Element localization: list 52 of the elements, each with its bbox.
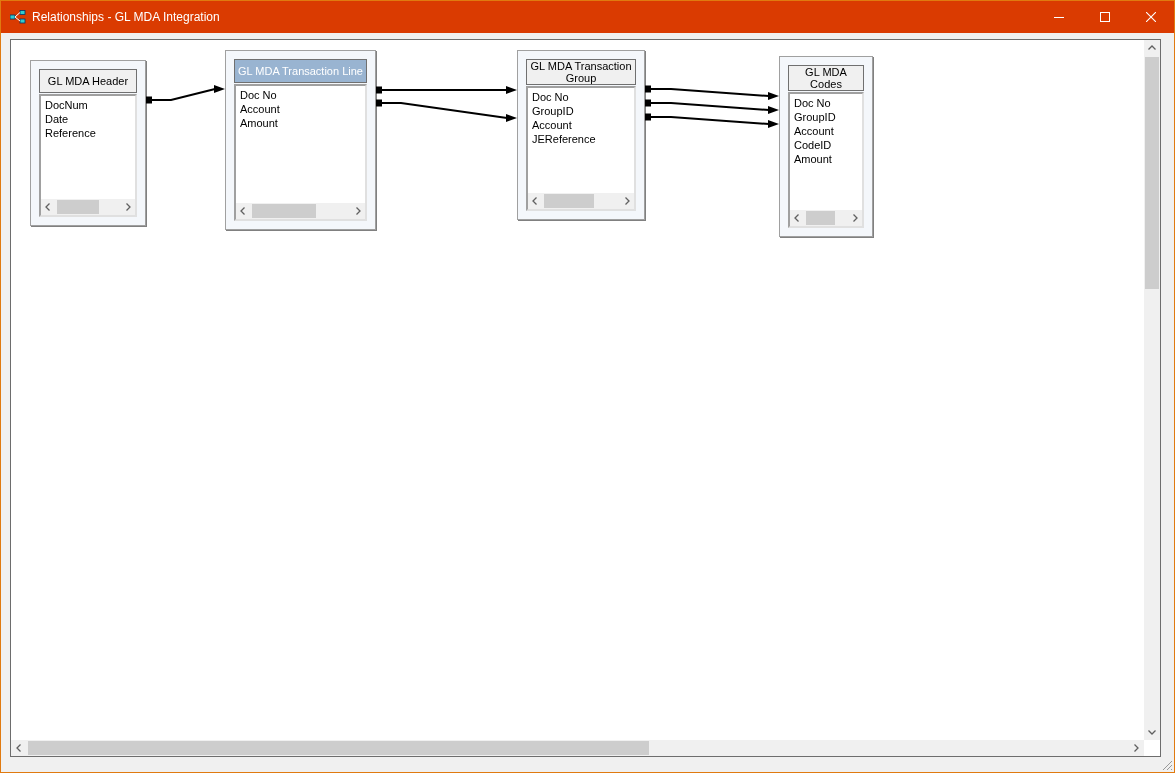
field-name[interactable]: Date	[45, 112, 135, 126]
scroll-left-icon[interactable]	[16, 744, 21, 752]
horizontal-scrollbar[interactable]	[41, 199, 135, 215]
field-name[interactable]: DocNum	[45, 98, 135, 112]
scrollbar-thumb[interactable]	[544, 194, 594, 208]
field-name[interactable]: Reference	[45, 126, 135, 140]
table-title[interactable]: GL MDA Header	[39, 69, 137, 93]
horizontal-scrollbar[interactable]	[11, 740, 1144, 756]
horizontal-scrollbar[interactable]	[236, 203, 365, 219]
scroll-right-icon[interactable]	[853, 214, 858, 222]
field-name[interactable]: Amount	[240, 116, 365, 130]
vertical-scrollbar[interactable]	[1144, 40, 1160, 740]
field-name[interactable]: GroupID	[794, 110, 862, 124]
scroll-left-icon[interactable]	[45, 203, 50, 211]
table-title[interactable]: GL MDA Transaction Group	[526, 59, 636, 85]
scrollbar-thumb[interactable]	[1145, 57, 1159, 289]
table-window[interactable]: GL MDA Transaction Group Doc No GroupID Account JEReference	[517, 50, 645, 220]
scrollbar-thumb[interactable]	[806, 211, 835, 225]
scroll-left-icon[interactable]	[240, 207, 245, 215]
scroll-right-icon[interactable]	[1134, 744, 1139, 752]
close-icon	[1146, 12, 1156, 22]
scrollbar-thumb[interactable]	[252, 204, 316, 218]
maximize-icon	[1100, 12, 1110, 22]
field-name[interactable]: Doc No	[794, 96, 862, 110]
scroll-up-icon[interactable]	[1148, 45, 1156, 50]
table-title[interactable]: GL MDA Codes	[788, 65, 864, 91]
field-name[interactable]: GroupID	[532, 104, 634, 118]
relationship-diagram-icon	[10, 10, 26, 24]
scrollbar-thumb[interactable]	[57, 200, 100, 214]
field-name[interactable]: Account	[240, 102, 365, 116]
scroll-right-icon[interactable]	[126, 203, 131, 211]
minimize-icon	[1054, 16, 1064, 18]
field-name[interactable]: Amount	[794, 152, 862, 166]
horizontal-scrollbar[interactable]	[790, 210, 862, 226]
scrollbar-thumb[interactable]	[28, 741, 649, 755]
horizontal-scrollbar[interactable]	[528, 193, 634, 209]
window-title: Relationships - GL MDA Integration	[32, 9, 220, 26]
table-window[interactable]: GL MDA Transaction Line Doc No Account Amount	[225, 50, 376, 230]
field-name[interactable]: Doc No	[532, 90, 634, 104]
scroll-left-icon[interactable]	[532, 197, 537, 205]
scroll-right-icon[interactable]	[625, 197, 630, 205]
field-name[interactable]: Account	[794, 124, 862, 138]
scroll-down-icon[interactable]	[1148, 730, 1156, 735]
table-window[interactable]: GL MDA Codes Doc No GroupID Account CodeID Amount	[779, 56, 873, 237]
table-window[interactable]: GL MDA Header DocNum Date Reference	[30, 60, 146, 226]
scroll-left-icon[interactable]	[794, 214, 799, 222]
resize-grip-icon[interactable]	[1161, 759, 1173, 771]
field-name[interactable]: CodeID	[794, 138, 862, 152]
field-name[interactable]: Doc No	[240, 88, 365, 102]
field-name[interactable]: JEReference	[532, 132, 634, 146]
field-name[interactable]: Account	[532, 118, 634, 132]
scroll-right-icon[interactable]	[356, 207, 361, 215]
